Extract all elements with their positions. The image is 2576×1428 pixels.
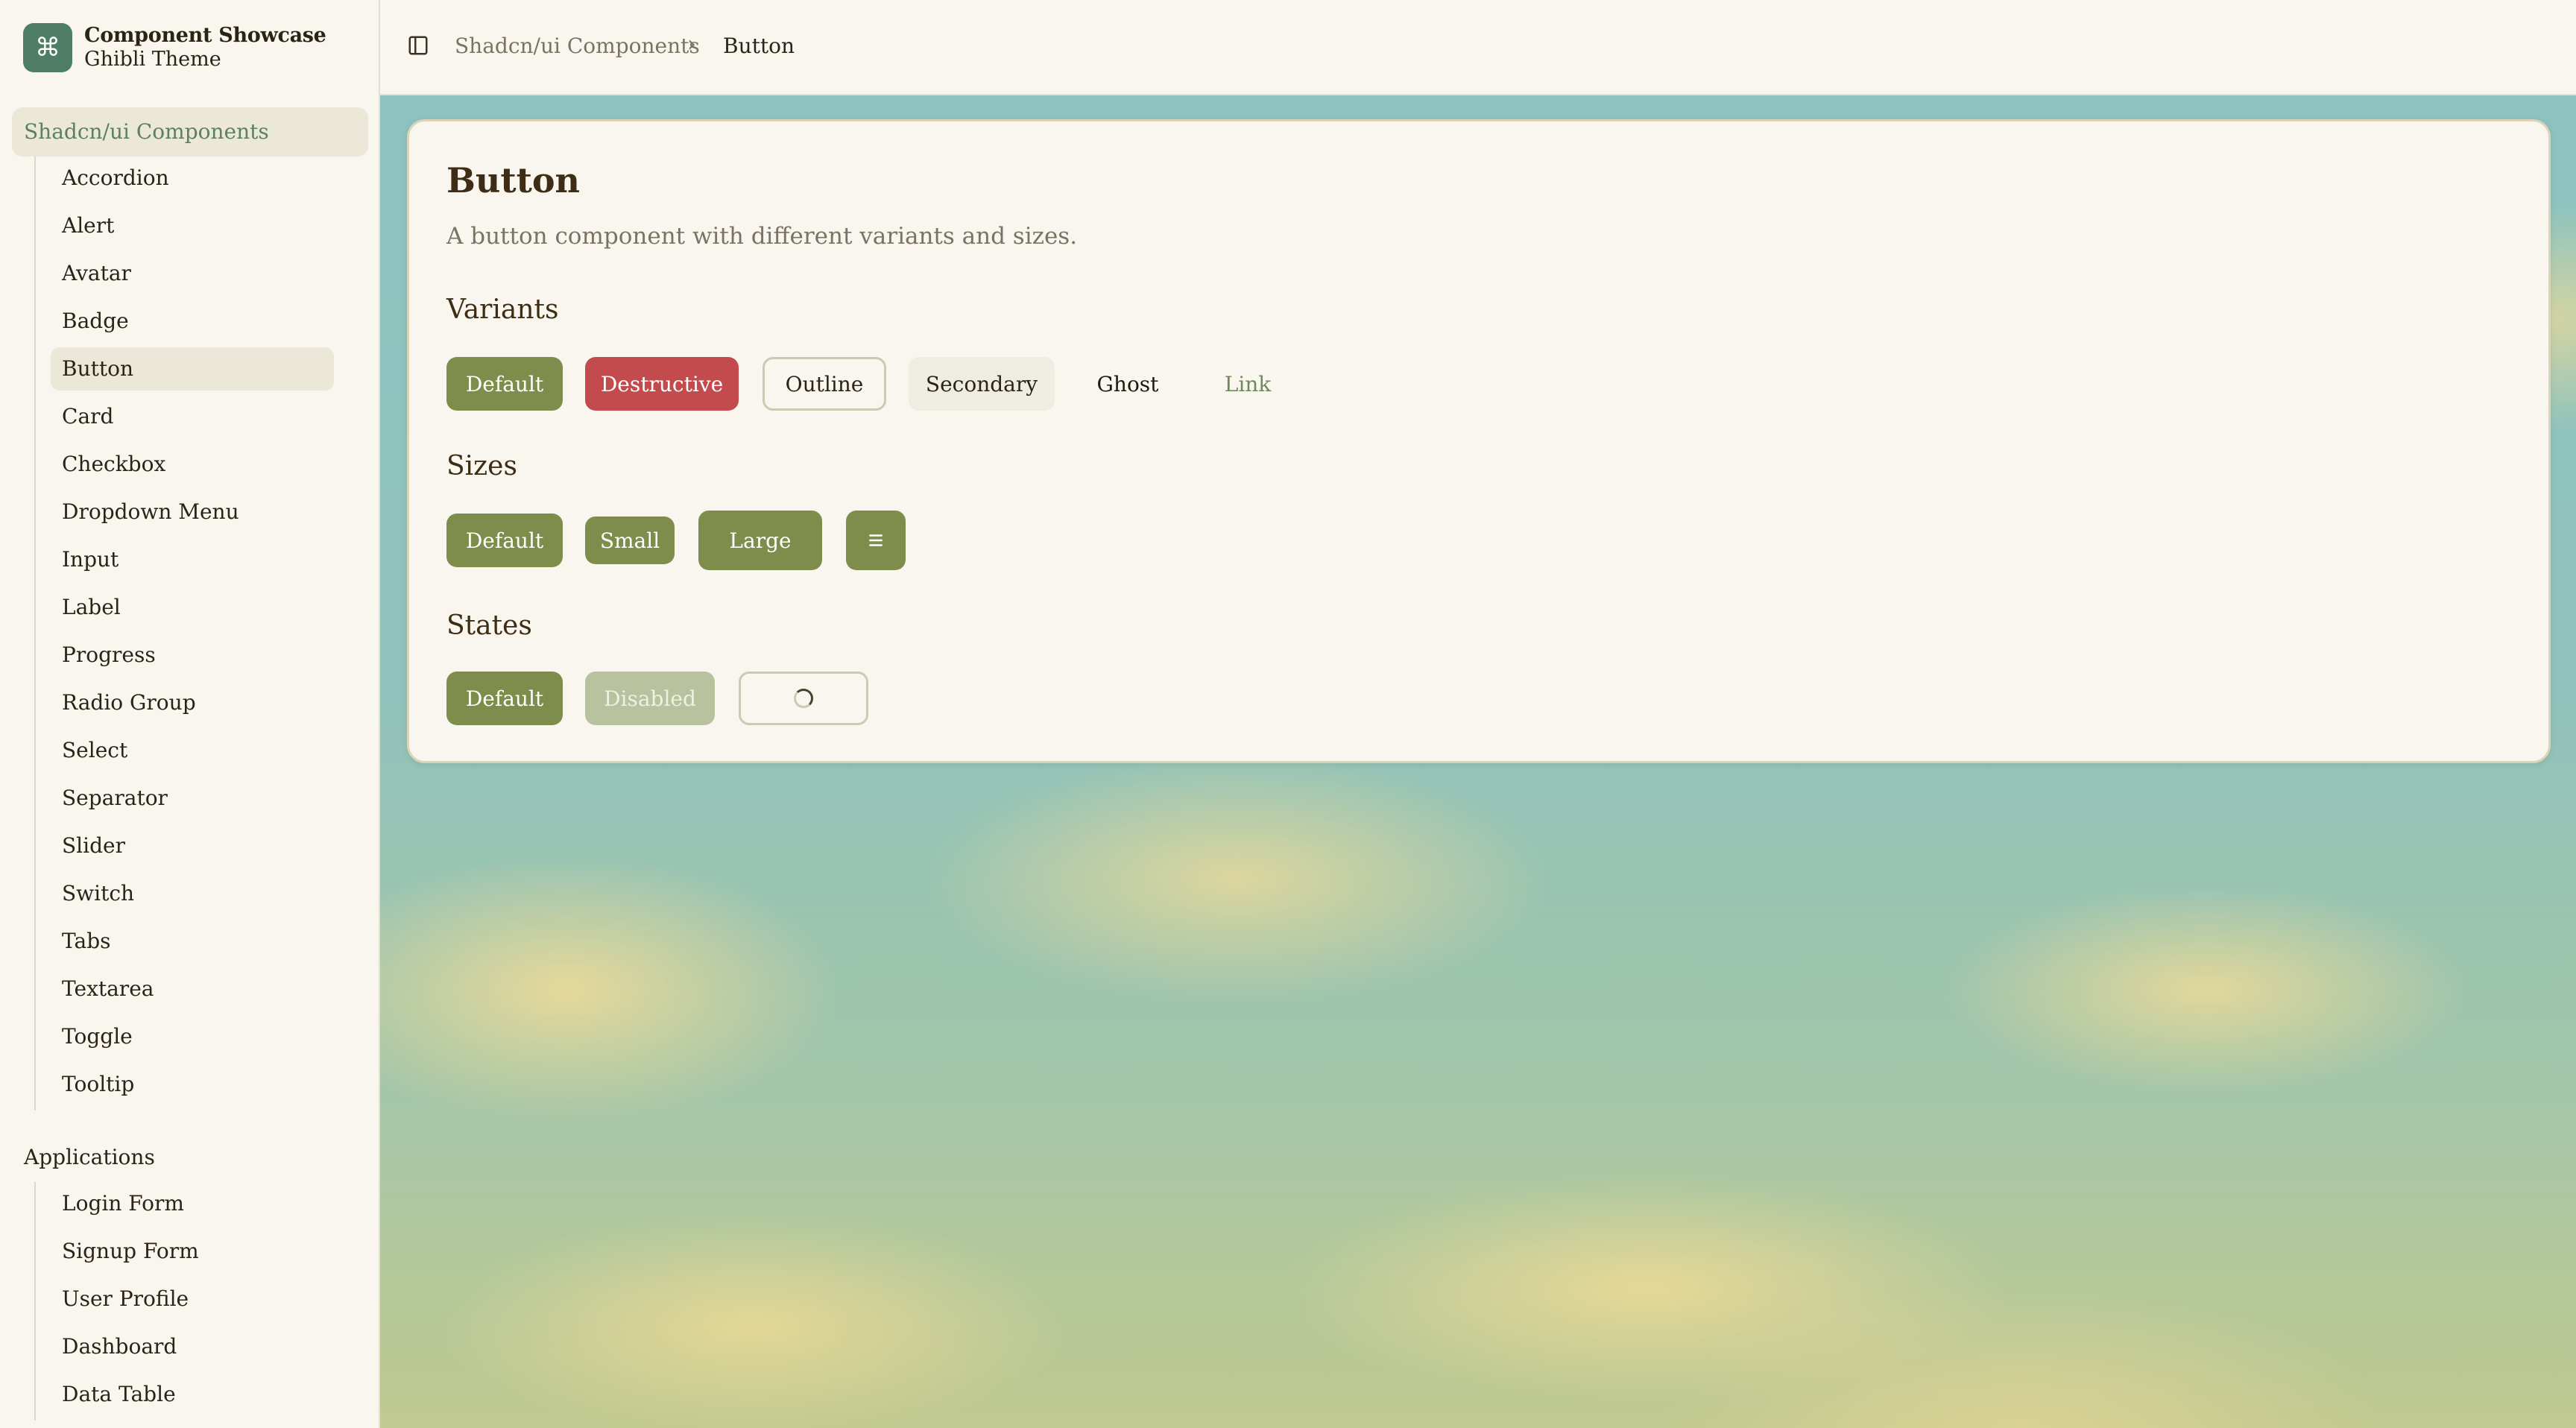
- sidebar-item-badge[interactable]: Badge: [51, 300, 334, 343]
- sidebar-item-toggle[interactable]: Toggle: [51, 1015, 334, 1058]
- components-nav-list: Accordion Alert Avatar Badge Button Card…: [34, 157, 334, 1111]
- sidebar-group-applications[interactable]: Applications: [12, 1133, 368, 1182]
- sidebar-item-progress[interactable]: Progress: [51, 634, 334, 677]
- sidebar-toggle-icon[interactable]: [407, 34, 429, 57]
- sidebar-item-card[interactable]: Card: [51, 395, 334, 438]
- spinner-icon: [794, 689, 813, 708]
- states-heading: States: [446, 610, 532, 641]
- chevron-right-icon: ›: [687, 31, 696, 57]
- breadcrumb-parent[interactable]: Shadcn/ui Components: [455, 33, 700, 60]
- applications-nav-list: Login Form Signup Form User Profile Dash…: [34, 1182, 334, 1421]
- loading-button[interactable]: [739, 672, 868, 725]
- top-bar: Shadcn/ui Components › Button: [380, 0, 2576, 95]
- sidebar-item-textarea[interactable]: Textarea: [51, 967, 334, 1011]
- sidebar-item-alert[interactable]: Alert: [51, 204, 334, 247]
- sidebar-item-switch[interactable]: Switch: [51, 872, 334, 915]
- breadcrumb-current: Button: [723, 34, 795, 58]
- default-state-button[interactable]: Default: [446, 672, 563, 725]
- brand[interactable]: ⌘ Component Showcase Ghibli Theme: [23, 23, 326, 72]
- sidebar-item-signup-form[interactable]: Signup Form: [51, 1230, 334, 1273]
- icon-size-button[interactable]: [846, 511, 906, 570]
- sizes-heading: Sizes: [446, 451, 517, 481]
- sidebar-item-data-table[interactable]: Data Table: [51, 1373, 334, 1416]
- sidebar-item-avatar[interactable]: Avatar: [51, 252, 334, 295]
- sidebar-item-label[interactable]: Label: [51, 586, 334, 629]
- sidebar-item-radio-group[interactable]: Radio Group: [51, 681, 334, 724]
- sidebar-item-checkbox[interactable]: Checkbox: [51, 443, 334, 486]
- large-size-button[interactable]: Large: [698, 511, 822, 570]
- disabled-button: Disabled: [585, 672, 715, 725]
- secondary-button[interactable]: Secondary: [909, 357, 1055, 411]
- command-icon: ⌘: [23, 23, 72, 72]
- page-description: A button component with different varian…: [446, 223, 1078, 250]
- sidebar-item-login-form[interactable]: Login Form: [51, 1182, 334, 1225]
- destructive-button[interactable]: Destructive: [585, 357, 739, 411]
- sidebar-item-user-profile[interactable]: User Profile: [51, 1277, 334, 1321]
- sidebar-item-slider[interactable]: Slider: [51, 824, 334, 868]
- sidebar-group-components[interactable]: Shadcn/ui Components: [12, 107, 368, 157]
- menu-icon: [869, 534, 883, 546]
- sidebar-item-button[interactable]: Button: [51, 347, 334, 391]
- ghost-button[interactable]: Ghost: [1077, 357, 1178, 411]
- small-size-button[interactable]: Small: [585, 516, 675, 564]
- sidebar-item-dropdown-menu[interactable]: Dropdown Menu: [51, 490, 334, 534]
- outline-button[interactable]: Outline: [763, 357, 886, 411]
- button-showcase-card: Button A button component with different…: [407, 119, 2551, 763]
- sidebar-item-tabs[interactable]: Tabs: [51, 920, 334, 963]
- page-title: Button: [446, 160, 580, 200]
- variants-heading: Variants: [446, 294, 559, 325]
- sidebar-item-dashboard[interactable]: Dashboard: [51, 1325, 334, 1368]
- sidebar-item-tooltip[interactable]: Tooltip: [51, 1063, 334, 1106]
- sidebar: ⌘ Component Showcase Ghibli Theme Shadcn…: [0, 0, 380, 1428]
- sidebar-item-input[interactable]: Input: [51, 538, 334, 581]
- default-size-button[interactable]: Default: [446, 514, 563, 567]
- link-button[interactable]: Link: [1201, 357, 1295, 411]
- sidebar-item-select[interactable]: Select: [51, 729, 334, 772]
- brand-title: Component Showcase: [84, 24, 326, 47]
- sidebar-item-separator[interactable]: Separator: [51, 777, 334, 820]
- sidebar-item-accordion[interactable]: Accordion: [51, 157, 334, 200]
- default-button[interactable]: Default: [446, 357, 563, 411]
- brand-subtitle: Ghibli Theme: [84, 48, 221, 71]
